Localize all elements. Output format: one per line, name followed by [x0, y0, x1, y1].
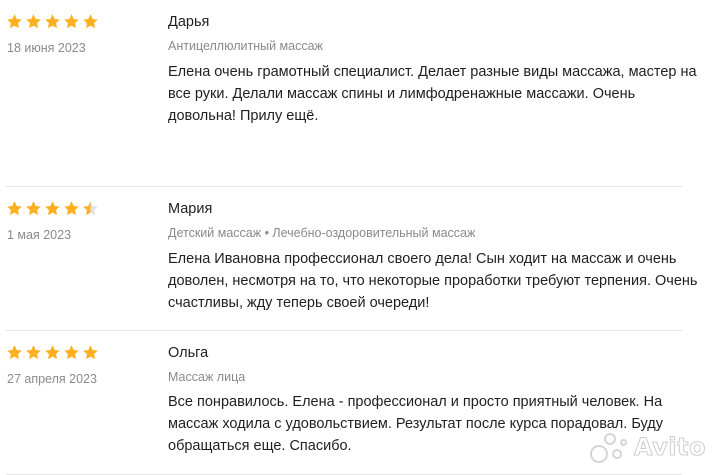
- review-date: 27 апреля 2023: [7, 372, 97, 386]
- star-filled-icon: [64, 201, 79, 216]
- review-date: 18 июня 2023: [7, 41, 86, 55]
- rating-stars: [6, 13, 99, 30]
- star-filled-icon: [26, 201, 41, 216]
- star-filled-icon: [45, 345, 60, 360]
- review-date: 1 мая 2023: [7, 228, 72, 242]
- review-text: Елена очень грамотный специалист. Делает…: [168, 64, 697, 124]
- review-service: Массаж лица: [168, 370, 246, 384]
- watermark-text: Avito: [633, 433, 706, 462]
- star-filled-icon: [7, 345, 22, 360]
- star-filled-icon: [45, 14, 60, 29]
- star-half-icon: [83, 201, 98, 216]
- rating-stars: [6, 200, 99, 217]
- review-service: Детский массаж • Лечебно-оздоровительный…: [168, 226, 476, 240]
- star-filled-icon: [7, 201, 22, 216]
- review-service: Антицеллюлитный массаж: [168, 39, 323, 53]
- star-filled-icon: [7, 14, 22, 29]
- star-filled-icon: [64, 14, 79, 29]
- star-filled-icon: [45, 201, 60, 216]
- review-author: Мария: [168, 201, 213, 217]
- review-author: Дарья: [168, 14, 210, 30]
- review-item: 1 мая 2023 Мария Детский массаж • Лечебн…: [0, 187, 720, 330]
- star-filled-icon: [64, 345, 79, 360]
- avito-watermark: Avito: [589, 431, 706, 463]
- star-filled-icon: [83, 14, 98, 29]
- reviews-list: 18 июня 2023 Дарья Антицеллюлитный масса…: [0, 0, 720, 475]
- star-filled-icon: [26, 345, 41, 360]
- avito-logo-icon: [589, 431, 630, 463]
- review-text: Елена Ивановна профессионал своего дела!…: [168, 251, 698, 311]
- star-filled-icon: [83, 345, 98, 360]
- rating-stars: [6, 344, 99, 361]
- review-author: Ольга: [168, 345, 209, 361]
- star-filled-icon: [26, 14, 41, 29]
- review-item: 18 июня 2023 Дарья Антицеллюлитный масса…: [0, 0, 720, 186]
